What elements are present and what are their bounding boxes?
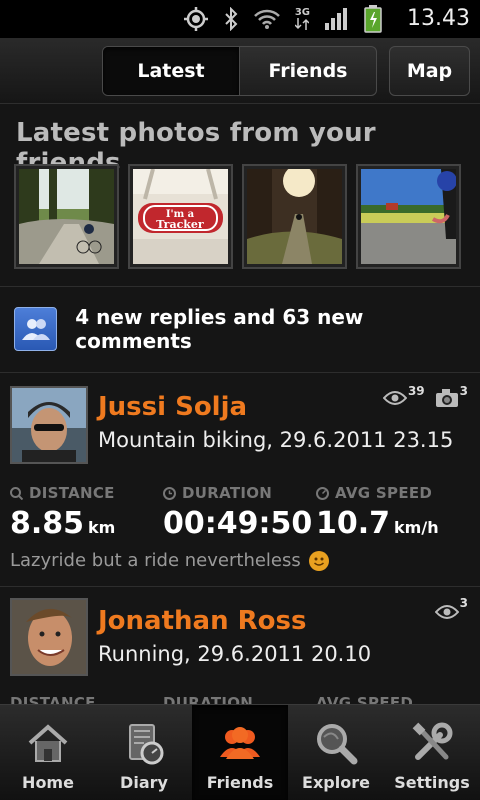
map-control: Map bbox=[389, 46, 470, 96]
smiley-icon bbox=[308, 550, 329, 571]
nav-diary[interactable]: Diary bbox=[96, 705, 192, 800]
clock: 13.43 bbox=[407, 6, 470, 31]
forest-ride-photo bbox=[19, 169, 114, 264]
user-name[interactable]: Jonathan Ross bbox=[98, 606, 306, 636]
speed-unit: km/h bbox=[394, 518, 439, 537]
eye-icon bbox=[434, 605, 459, 619]
photos-badge: 3 bbox=[435, 384, 468, 408]
network-3g-icon: 3G bbox=[295, 8, 310, 30]
nav-diary-label: Diary bbox=[120, 773, 168, 792]
duration-value: 00:49:50 bbox=[163, 506, 313, 541]
distance-value-row: 8.85 km bbox=[10, 506, 163, 541]
home-icon bbox=[28, 724, 68, 762]
people-icon bbox=[14, 307, 58, 351]
activity-note: Lazyride but a ride nevertheless bbox=[10, 550, 329, 571]
stat-duration: DURATION bbox=[163, 694, 316, 704]
eye-icon bbox=[382, 391, 407, 405]
tracker-text-line2: Tracker bbox=[156, 218, 204, 231]
nav-home-label: Home bbox=[22, 773, 74, 792]
photo-thumbnail-3[interactable] bbox=[242, 164, 347, 269]
tab-latest[interactable]: Latest bbox=[103, 47, 239, 95]
bluetooth-icon bbox=[223, 7, 239, 31]
user-name[interactable]: Jussi Solja bbox=[98, 392, 247, 422]
stat-distance: DISTANCE bbox=[10, 694, 163, 704]
nav-settings[interactable]: Settings bbox=[384, 705, 480, 800]
nav-friends[interactable]: Friends bbox=[192, 705, 288, 800]
speed-label: AVG SPEED bbox=[316, 694, 414, 704]
duration-label: DURATION bbox=[163, 694, 254, 704]
im-a-tracker-photo: I'm a Tracker bbox=[133, 168, 228, 264]
photo-thumbnail-2[interactable]: I'm a Tracker bbox=[128, 164, 233, 269]
nav-friends-label: Friends bbox=[206, 773, 274, 792]
views-badge: 39 bbox=[382, 384, 425, 408]
activity-card[interactable]: Jussi Solja Mountain biking, 29.6.2011 2… bbox=[0, 384, 480, 586]
views-count: 39 bbox=[407, 384, 425, 398]
feed-segmented-control: Latest Friends bbox=[102, 46, 377, 96]
duration-label: DURATION bbox=[182, 484, 273, 502]
distance-unit: km bbox=[88, 518, 116, 537]
speed-label-row: AVG SPEED bbox=[316, 484, 469, 502]
nav-home[interactable]: Home bbox=[0, 705, 96, 800]
nav-explore[interactable]: Explore bbox=[288, 705, 384, 800]
avatar[interactable] bbox=[10, 598, 88, 676]
status-icons: 3G bbox=[183, 4, 382, 34]
settings-icon bbox=[412, 722, 453, 760]
road-field-photo bbox=[361, 169, 457, 264]
gps-icon bbox=[183, 6, 209, 32]
photo-strip: I'm a Tracker bbox=[14, 164, 461, 269]
tab-map[interactable]: Map bbox=[390, 47, 469, 95]
distance-label: DISTANCE bbox=[10, 694, 96, 704]
clock-icon bbox=[163, 486, 176, 500]
activity-badges: 39 3 bbox=[382, 384, 468, 408]
wifi-icon bbox=[253, 8, 281, 30]
activity-stats: DISTANCE DURATION AVG SPEED bbox=[10, 694, 469, 704]
stat-avg-speed: AVG SPEED bbox=[316, 694, 469, 704]
speedometer-icon bbox=[316, 486, 329, 500]
distance-label: DISTANCE bbox=[29, 484, 115, 502]
divider bbox=[0, 372, 480, 373]
photo-thumbnail-1[interactable] bbox=[14, 164, 119, 269]
distance-value: 8.85 bbox=[10, 506, 85, 541]
activity-note-text: Lazyride but a ride nevertheless bbox=[10, 550, 301, 571]
views-badge: 3 bbox=[434, 598, 468, 620]
status-bar: 3G 13.43 bbox=[0, 0, 480, 38]
activity-stats: DISTANCE 8.85 km DURATION 00:49:50 AVG SP… bbox=[10, 484, 469, 541]
photos-count: 3 bbox=[459, 384, 468, 398]
camera-icon bbox=[435, 389, 458, 407]
bottom-navigation: Home Diary Friends Explore Settings bbox=[0, 704, 480, 800]
nav-settings-label: Settings bbox=[394, 773, 470, 792]
diary-icon bbox=[129, 724, 164, 765]
activity-sport-date: Running, 29.6.2011 20.10 bbox=[98, 642, 372, 666]
photo-thumbnail-4[interactable] bbox=[356, 164, 461, 269]
stat-avg-speed: AVG SPEED 10.7 km/h bbox=[316, 484, 469, 541]
battery-icon bbox=[364, 5, 382, 33]
notification-row[interactable]: 4 new replies and 63 new comments bbox=[14, 305, 480, 353]
stat-distance: DISTANCE 8.85 km bbox=[10, 484, 163, 541]
activity-card[interactable]: Jonathan Ross Running, 29.6.2011 20.10 3… bbox=[0, 598, 480, 704]
distance-icon bbox=[10, 486, 23, 500]
top-tab-bar: Latest Friends Map bbox=[0, 38, 480, 104]
signal-icon bbox=[324, 7, 350, 31]
network-type-label: 3G bbox=[294, 7, 310, 18]
distance-label-row: DISTANCE bbox=[10, 484, 163, 502]
explore-icon bbox=[317, 724, 358, 765]
activity-badges: 3 bbox=[434, 598, 468, 620]
divider bbox=[0, 286, 480, 287]
sunlit-trail-photo bbox=[247, 165, 342, 264]
stat-duration: DURATION 00:49:50 bbox=[163, 484, 316, 541]
speed-value: 10.7 bbox=[316, 506, 391, 541]
divider bbox=[0, 586, 480, 587]
activity-sport-date: Mountain biking, 29.6.2011 23.15 bbox=[98, 428, 454, 452]
duration-label-row: DURATION bbox=[163, 484, 316, 502]
views-count: 3 bbox=[459, 598, 468, 610]
notification-text: 4 new replies and 63 new comments bbox=[75, 305, 364, 353]
nav-explore-label: Explore bbox=[302, 773, 370, 792]
avatar[interactable] bbox=[10, 386, 88, 464]
speed-value-row: 10.7 km/h bbox=[316, 506, 469, 541]
friends-icon bbox=[220, 727, 260, 759]
speed-label: AVG SPEED bbox=[335, 484, 433, 502]
tab-friends[interactable]: Friends bbox=[239, 47, 376, 95]
